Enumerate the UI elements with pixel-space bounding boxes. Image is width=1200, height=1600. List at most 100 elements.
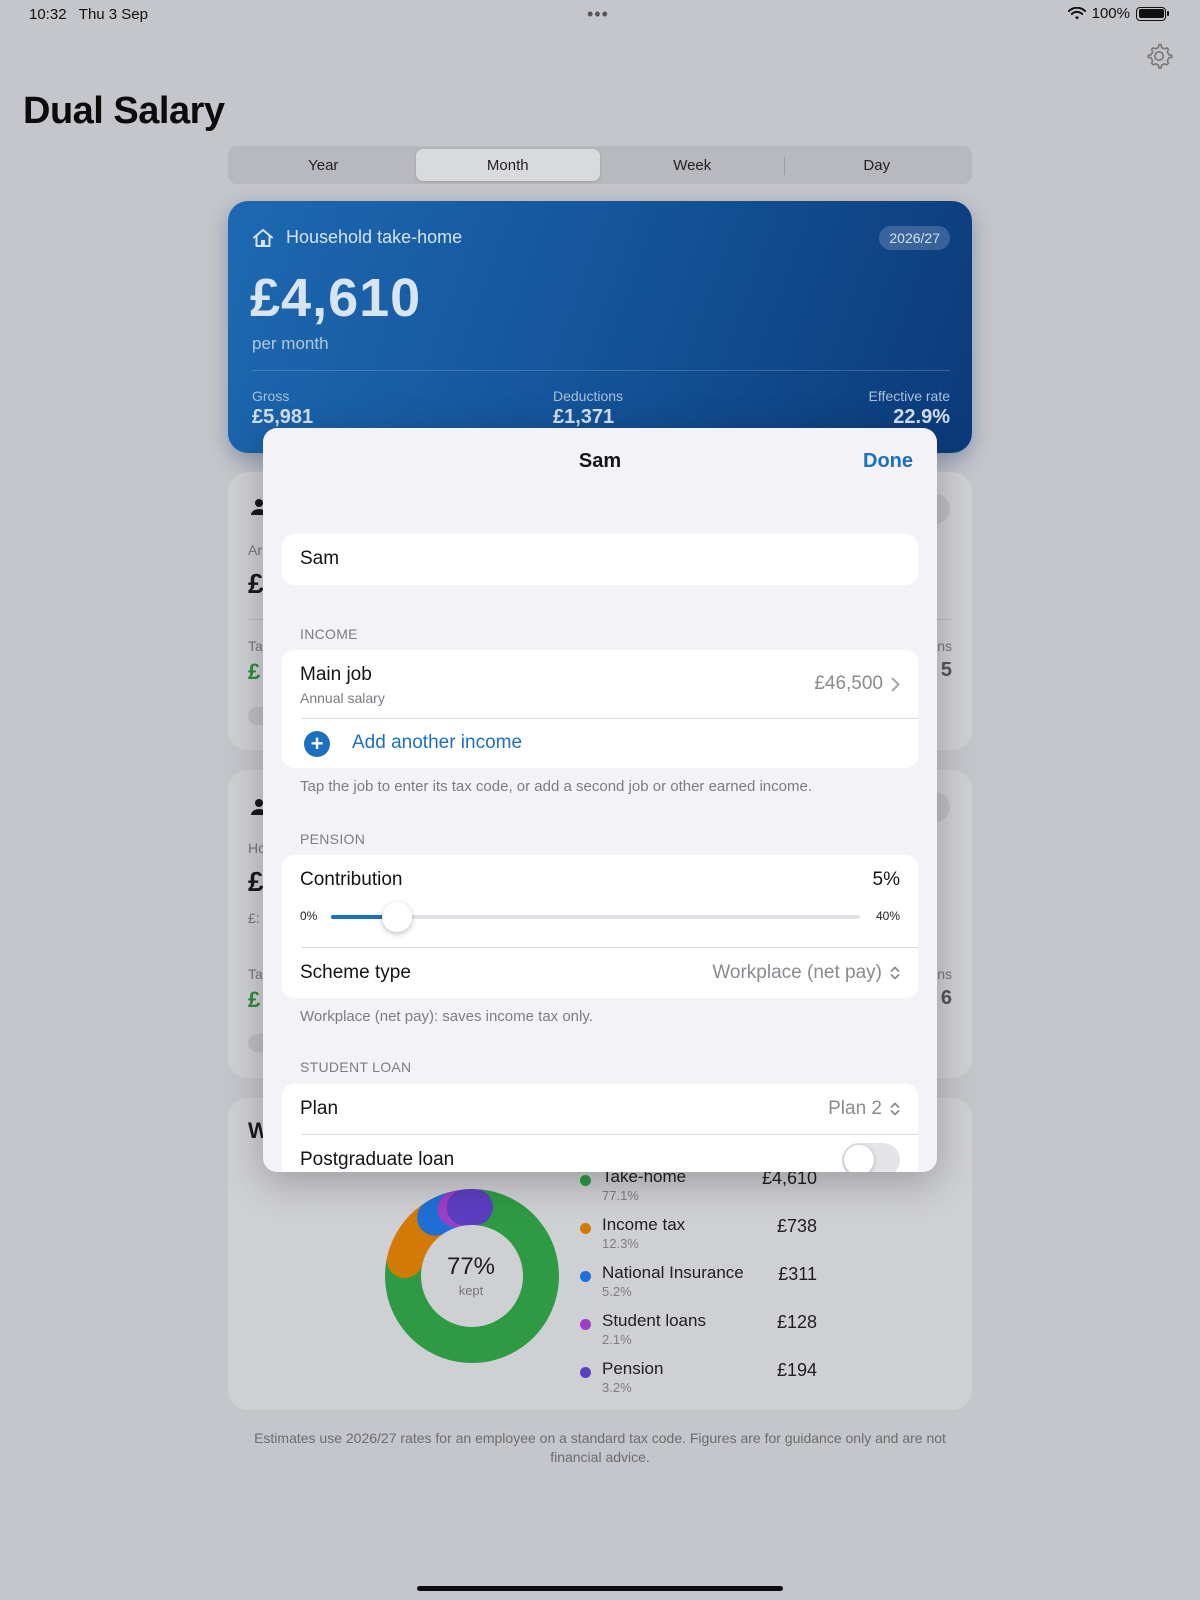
legend-name: Pension xyxy=(602,1359,664,1378)
effective-rate-value: 22.9% xyxy=(893,406,950,428)
tab-day[interactable]: Day xyxy=(785,149,970,181)
legend-name: National Insurance xyxy=(602,1263,744,1282)
deductions-label: Deductions xyxy=(553,388,624,404)
gear-icon[interactable] xyxy=(1144,41,1174,71)
contribution-percent: 5% xyxy=(872,869,900,890)
gross-label: Gross xyxy=(252,388,290,404)
plus-circle-icon: + xyxy=(304,731,330,757)
main-job-row[interactable]: Main job Annual salary £46,500 xyxy=(282,650,918,718)
home-indicator[interactable] xyxy=(417,1586,783,1591)
deductions-value: £1,371 xyxy=(553,406,615,428)
legend-percent: 2.1% xyxy=(602,1332,632,1347)
student-loan-section-header: STUDENT LOAN xyxy=(300,1059,412,1075)
person-card-2-right-value-peek: 6 xyxy=(940,987,952,1009)
scheme-type-value: Workplace (net pay) xyxy=(712,962,882,983)
battery-icon xyxy=(1136,6,1169,21)
legend-percent: 77.1% xyxy=(602,1188,639,1203)
pension-section-footer: Workplace (net pay): saves income tax on… xyxy=(300,1008,593,1025)
legend-dot xyxy=(580,1223,591,1234)
person-card-1-stat-label-peek: Ta xyxy=(248,638,263,654)
legend-name: Student loans xyxy=(602,1311,706,1330)
person-card-1-amount-peek: £ xyxy=(248,568,264,599)
gross-value: £5,981 xyxy=(252,406,314,428)
legend-value: £738 xyxy=(776,1216,817,1236)
contribution-value: 5% xyxy=(873,869,900,891)
contribution-slider[interactable] xyxy=(331,902,860,932)
status-bar-right: 100% xyxy=(1067,5,1169,22)
edit-person-sheet: Sam Done Sam INCOME Main job Annual sala… xyxy=(263,428,937,1172)
legend-item-income-tax: Income tax 12.3% £738 xyxy=(580,1215,820,1259)
deductions-stat: Deductions £1,371 xyxy=(553,388,623,429)
main-job-salary: £46,500 xyxy=(814,673,883,694)
household-summary-card: Household take-home 2026/27 £4,610 per m… xyxy=(228,201,972,453)
disclaimer-footnote: Estimates use 2026/27 rates for an emplo… xyxy=(254,1430,946,1465)
person-card-2-sub-peek: £: xyxy=(248,910,260,926)
status-bar-time: 10:32 Thu 3 Sep xyxy=(29,6,148,23)
tab-month-label: Month xyxy=(486,156,529,174)
person-card-1-label-peek: Ar xyxy=(248,542,262,558)
tab-year[interactable]: Year xyxy=(231,149,416,181)
battery-percent: 100% xyxy=(1091,5,1130,22)
donut-center-percent: 77% xyxy=(446,1253,496,1280)
take-home-amount: £4,610 xyxy=(250,268,422,328)
person-card-2-stat-label-peek: Ta xyxy=(248,966,263,982)
person-card-2-stat-value-peek: £ xyxy=(248,987,261,1012)
legend-percent: 5.2% xyxy=(602,1284,632,1299)
legend-percent: 3.2% xyxy=(602,1380,632,1395)
take-home-period: per month xyxy=(252,334,329,353)
legend-value: £311 xyxy=(778,1264,817,1284)
add-income-label: Add another income xyxy=(352,732,523,753)
legend-dot xyxy=(580,1367,591,1378)
legend-dot xyxy=(580,1271,591,1282)
student-loan-group: Plan Plan 2 Postgraduate loan xyxy=(282,1084,918,1172)
postgraduate-loan-label: Postgraduate loan xyxy=(300,1149,455,1170)
person-card-1-stat-value-peek: £ xyxy=(248,659,261,684)
tab-day-label: Day xyxy=(863,156,891,174)
house-icon xyxy=(253,228,273,247)
hero-title: Household take-home xyxy=(286,227,463,247)
pension-group: Contribution 5% 0% 40% Scheme type Workp… xyxy=(282,855,918,998)
add-income-row[interactable]: + Add another income xyxy=(282,719,918,768)
tab-week[interactable]: Week xyxy=(600,149,785,181)
pension-section-header: PENSION xyxy=(300,831,366,847)
contribution-label: Contribution xyxy=(300,869,403,890)
gross-stat: Gross £5,981 xyxy=(252,388,313,429)
main-job-title: Main job xyxy=(300,664,372,685)
effective-rate-label: Effective rate xyxy=(868,388,950,404)
slider-min-label: 0% xyxy=(300,909,318,923)
person-card-1-right-label-peek: ns xyxy=(937,638,952,654)
tax-year-badge: 2026/27 xyxy=(879,226,950,250)
plan-row[interactable]: Plan Plan 2 xyxy=(282,1084,918,1134)
wifi-icon xyxy=(1067,6,1086,19)
clock: 10:32 xyxy=(29,6,67,23)
postgraduate-loan-toggle[interactable] xyxy=(842,1143,900,1172)
period-segmented-control[interactable]: Year Month Week Day xyxy=(228,146,972,184)
sheet-title: Sam xyxy=(578,450,622,472)
name-field-value: Sam xyxy=(300,548,340,569)
legend-name: Income tax xyxy=(602,1215,686,1234)
chevron-right-icon xyxy=(891,677,900,691)
scheme-type-picker[interactable]: Workplace (net pay) xyxy=(712,962,900,984)
scheme-type-row[interactable]: Scheme type Workplace (net pay) xyxy=(282,948,918,998)
multitasking-dots[interactable]: ••• xyxy=(587,4,609,25)
main-job-value: £46,500 xyxy=(814,673,900,695)
income-section-header: INCOME xyxy=(300,626,358,642)
toggle-knob xyxy=(844,1145,874,1172)
legend-item-pension: Pension 3.2% £194 xyxy=(580,1359,820,1403)
legend-percent: 12.3% xyxy=(602,1236,639,1251)
slider-thumb[interactable] xyxy=(382,902,413,932)
tab-week-label: Week xyxy=(673,156,712,174)
tab-year-label: Year xyxy=(308,156,339,174)
plan-picker[interactable]: Plan 2 xyxy=(828,1098,900,1120)
main-job-subtitle: Annual salary xyxy=(300,690,385,706)
legend-value: £128 xyxy=(776,1312,817,1332)
name-field[interactable]: Sam xyxy=(282,534,918,585)
tab-month[interactable]: Month xyxy=(415,149,600,181)
done-button[interactable]: Done xyxy=(863,450,913,473)
chevron-up-down-icon xyxy=(890,966,900,980)
donut-center-label: kept xyxy=(458,1283,484,1298)
legend-item-take-home: Take-home 77.1% £4,610 xyxy=(580,1167,820,1211)
income-section-footer: Tap the job to enter its tax code, or ad… xyxy=(300,778,812,795)
effective-rate-stat: Effective rate 22.9% xyxy=(869,388,950,429)
hero-header: Household take-home xyxy=(252,227,462,248)
